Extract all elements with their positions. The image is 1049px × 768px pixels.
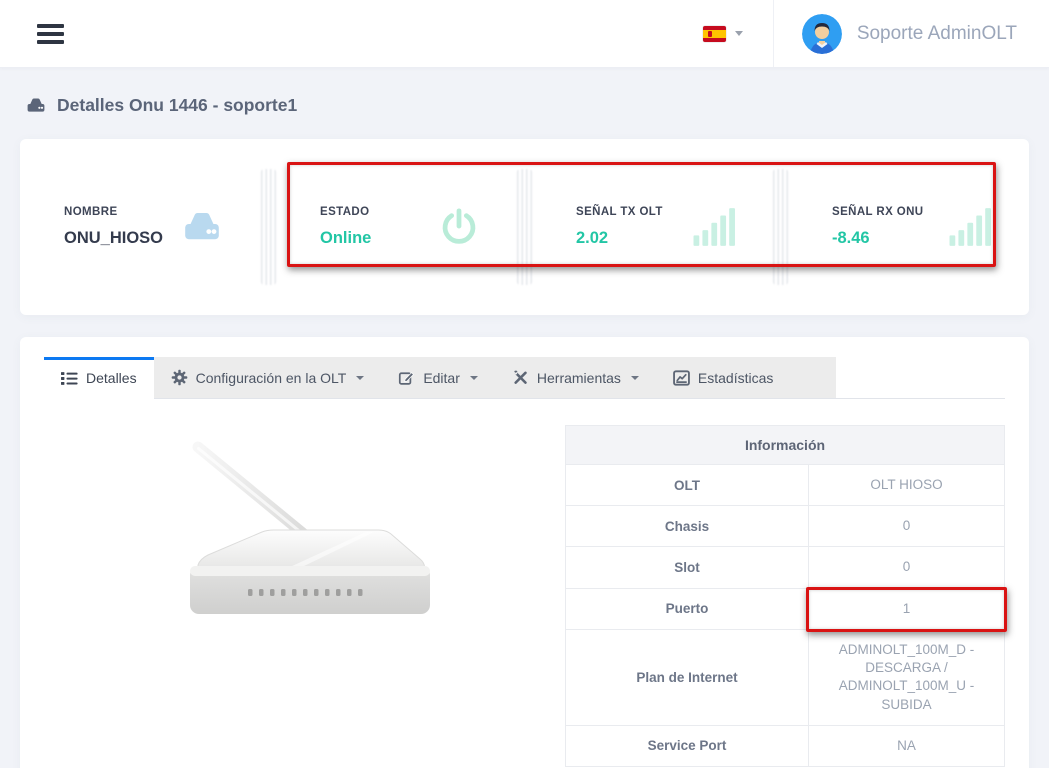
caret-down-icon xyxy=(356,376,364,380)
stat-nombre-label: NOMBRE xyxy=(64,206,163,218)
tab-detalles[interactable]: Detalles xyxy=(44,357,154,399)
tab-editar[interactable]: Editar xyxy=(381,357,495,398)
row-puerto-value: 1 xyxy=(809,588,1005,629)
onu-device-icon xyxy=(179,208,225,246)
caret-down-icon xyxy=(631,376,639,380)
row-olt-label: OLT xyxy=(566,465,809,506)
vertical-divider xyxy=(517,169,532,285)
user-menu[interactable]: Soporte AdminOLT xyxy=(773,0,1049,67)
top-navbar: Soporte AdminOLT xyxy=(0,0,1049,68)
vertical-divider xyxy=(261,169,276,285)
table-row: Plan de Internet ADMINOLT_100M_D - DESCA… xyxy=(566,629,1005,725)
avatar xyxy=(802,14,842,54)
stat-nombre-value: ONU_HIOSO xyxy=(64,229,163,248)
signal-bars-icon xyxy=(692,206,737,248)
edit-icon xyxy=(398,369,415,386)
table-row: OLT OLT HIOSO xyxy=(566,465,1005,506)
gear-icon xyxy=(171,369,188,386)
stat-tx-label: SEÑAL TX OLT xyxy=(576,206,663,218)
tab-strip-filler xyxy=(790,357,836,398)
onu-router-image xyxy=(170,431,440,636)
row-plan-label: Plan de Internet xyxy=(566,629,809,725)
chart-icon xyxy=(673,370,690,386)
caret-down-icon xyxy=(470,376,478,380)
spain-flag-icon xyxy=(703,26,726,42)
row-serviceport-value: NA xyxy=(809,725,1005,766)
tab-configuracion-olt[interactable]: Configuración en la OLT xyxy=(154,357,382,398)
hamburger-menu-icon[interactable] xyxy=(37,20,64,48)
stat-senal-tx-olt: SEÑAL TX OLT 2.02 xyxy=(532,139,773,315)
onu-details-card: Detalles Configuración en la OLT xyxy=(20,337,1029,768)
tab-label: Configuración en la OLT xyxy=(196,370,347,386)
row-serviceport-label: Service Port xyxy=(566,725,809,766)
row-olt-value: OLT HIOSO xyxy=(809,465,1005,506)
row-plan-value: ADMINOLT_100M_D - DESCARGA / ADMINOLT_10… xyxy=(809,629,1005,725)
stat-rx-value: -8.46 xyxy=(832,229,924,248)
table-row: Service Port NA xyxy=(566,725,1005,766)
tab-herramientas[interactable]: Herramientas xyxy=(495,357,656,398)
row-chasis-label: Chasis xyxy=(566,506,809,547)
list-icon xyxy=(61,371,78,386)
table-row: Puerto 1 xyxy=(566,588,1005,629)
stat-tx-value: 2.02 xyxy=(576,229,663,248)
language-dropdown[interactable] xyxy=(673,0,773,67)
table-row: Slot 0 xyxy=(566,547,1005,588)
row-chasis-value: 0 xyxy=(809,506,1005,547)
power-icon xyxy=(437,205,481,249)
stat-estado: ESTADO Online xyxy=(276,139,517,315)
caret-down-icon xyxy=(735,31,743,36)
stat-rx-label: SEÑAL RX ONU xyxy=(832,206,924,218)
user-name: Soporte AdminOLT xyxy=(857,23,1017,45)
vertical-divider xyxy=(773,169,788,285)
onu-status-card: NOMBRE ONU_HIOSO ESTADO Online SEÑAL xyxy=(20,139,1029,315)
row-slot-label: Slot xyxy=(566,547,809,588)
info-table-header: Información xyxy=(566,426,1005,465)
row-puerto-label: Puerto xyxy=(566,588,809,629)
detail-tabs: Detalles Configuración en la OLT xyxy=(44,357,1005,399)
stat-estado-label: ESTADO xyxy=(320,206,371,218)
page-title: Detalles Onu 1446 - soporte1 xyxy=(0,68,1049,116)
tab-estadisticas[interactable]: Estadísticas xyxy=(656,357,790,398)
stat-nombre: NOMBRE ONU_HIOSO xyxy=(20,139,261,315)
tools-icon xyxy=(512,369,529,386)
puerto-value-text: 1 xyxy=(903,601,911,616)
tab-label: Detalles xyxy=(86,370,137,386)
tab-label: Herramientas xyxy=(537,370,621,386)
row-slot-value: 0 xyxy=(809,547,1005,588)
page-title-text: Detalles Onu 1446 - soporte1 xyxy=(57,95,297,116)
tab-label: Editar xyxy=(423,370,460,386)
signal-bars-icon xyxy=(948,206,993,248)
tab-label: Estadísticas xyxy=(698,370,773,386)
onu-info-table: Información OLT OLT HIOSO Chasis 0 Slot … xyxy=(565,425,1005,767)
stat-senal-rx-onu: SEÑAL RX ONU -8.46 xyxy=(788,139,1029,315)
table-row: Chasis 0 xyxy=(566,506,1005,547)
stat-estado-value: Online xyxy=(320,229,371,248)
onu-device-icon xyxy=(25,96,47,115)
